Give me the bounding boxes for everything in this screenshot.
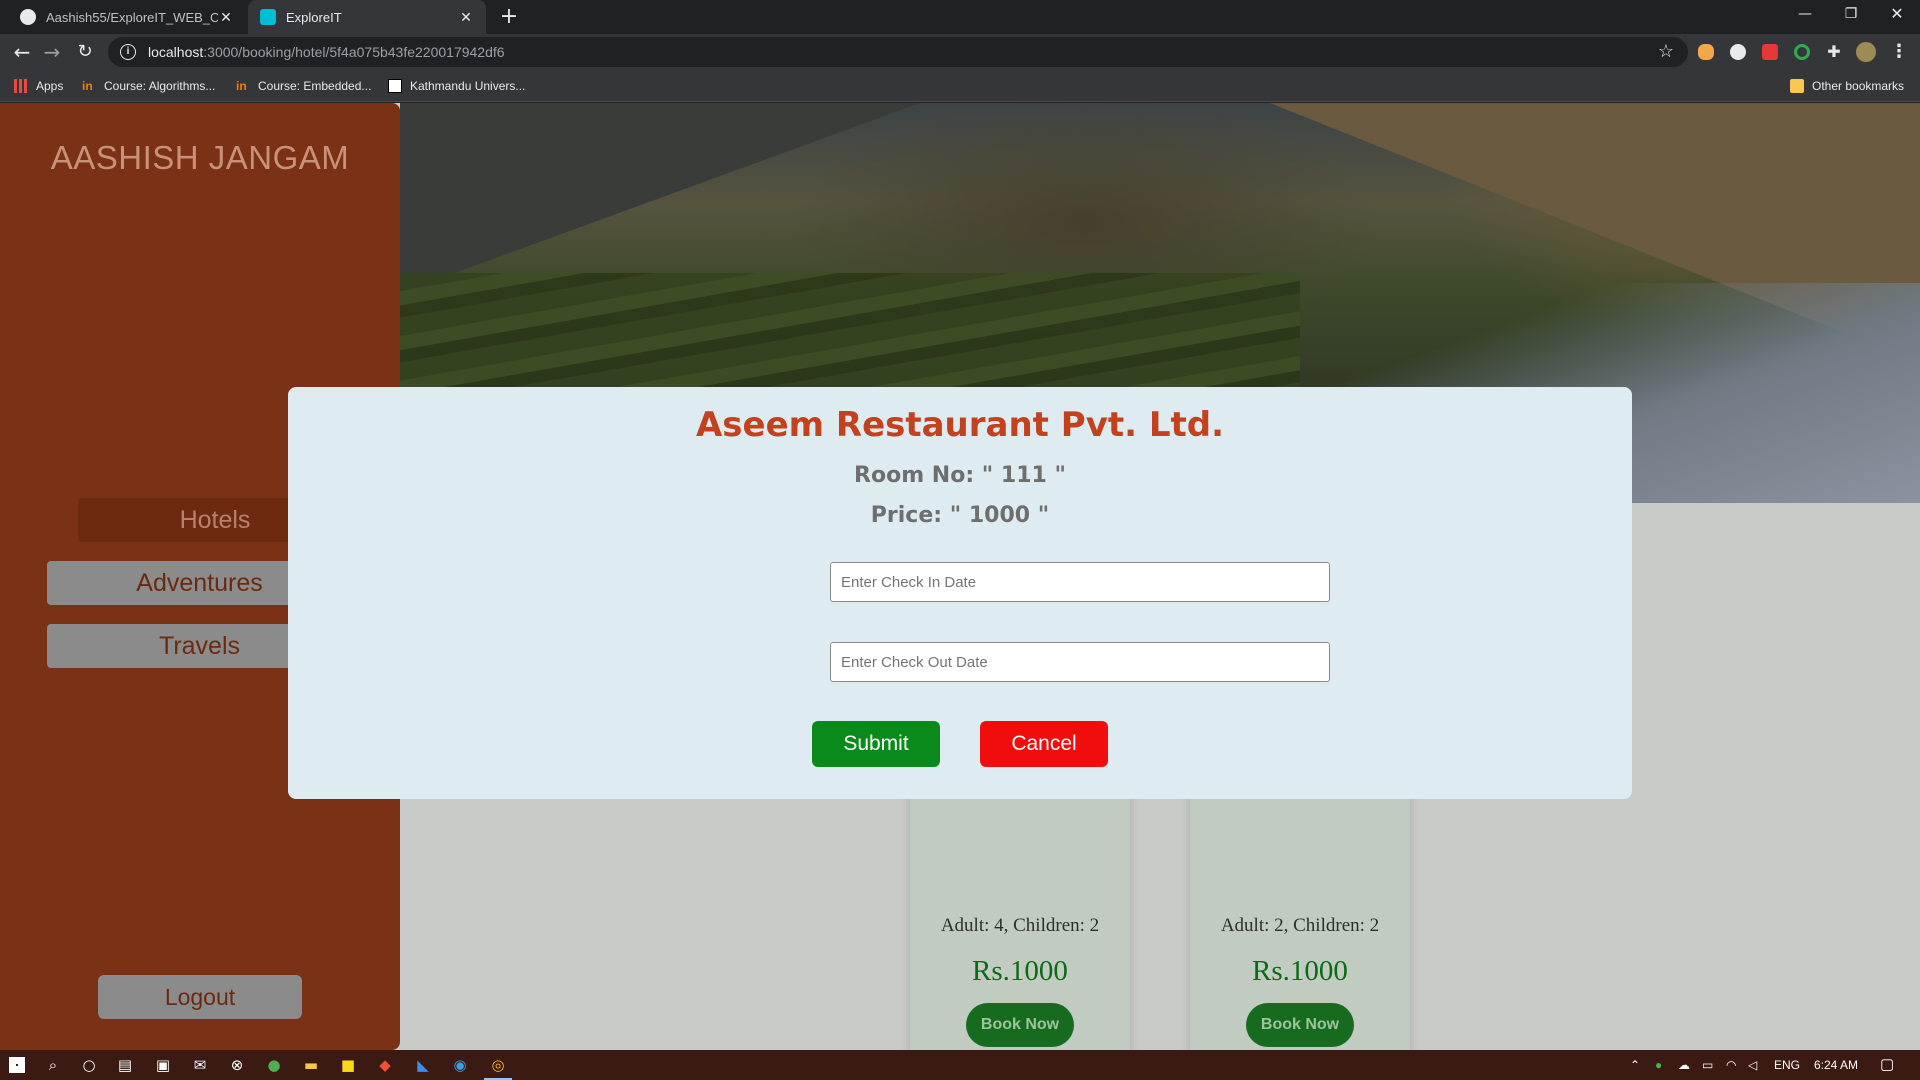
notification-icon[interactable]: ▢: [1880, 1050, 1894, 1080]
cortana-icon[interactable]: ○: [80, 1056, 98, 1074]
github-icon: [20, 9, 36, 25]
coursera-icon: in: [82, 79, 93, 93]
room-price: Rs.1000: [972, 955, 1068, 987]
wifi-icon[interactable]: ◠: [1726, 1050, 1736, 1080]
volume-icon[interactable]: ◁: [1748, 1050, 1757, 1080]
apps-grid-icon: [14, 79, 28, 93]
forward-arrow-icon[interactable]: →: [38, 38, 66, 66]
close-tab-icon[interactable]: ✕: [218, 9, 234, 26]
page-viewport: Adult: 4, Children: 2 Rs.1000 Book Now A…: [0, 103, 1920, 1050]
back-arrow-icon[interactable]: ←: [8, 38, 36, 66]
guest-capacity: Adult: 2, Children: 2: [1220, 915, 1380, 936]
minimize-button[interactable]: —: [1782, 0, 1828, 30]
tab-github[interactable]: Aashish55/ExploreIT_WEB_CLIEN ✕: [8, 0, 246, 34]
tray-app-icon[interactable]: ●: [1655, 1050, 1662, 1080]
vscode-icon[interactable]: ◣: [414, 1056, 432, 1074]
bookmark-label: Apps: [36, 79, 64, 93]
bookmark-embedded[interactable]: in Course: Embedded...: [236, 78, 371, 94]
bookmark-label: Course: Embedded...: [258, 79, 372, 93]
store-icon[interactable]: ▣: [154, 1056, 172, 1074]
logout-button[interactable]: Logout: [98, 975, 302, 1019]
brand-name: AASHISH JANGAM: [50, 139, 350, 176]
room-number: Room No: " 111 ": [854, 463, 1066, 488]
url-path: :3000/booking/hotel/5f4a075b43fe22001794…: [203, 44, 505, 60]
mail-icon[interactable]: ✉: [191, 1056, 209, 1074]
ku-logo-icon: [388, 79, 402, 93]
spotify-icon[interactable]: ●: [265, 1056, 283, 1074]
bookmark-apps[interactable]: Apps: [14, 78, 63, 94]
puzzle-icon[interactable]: ✚: [1826, 44, 1842, 60]
menu-dots-icon[interactable]: ⋮: [1890, 43, 1908, 61]
profile-avatar[interactable]: [1856, 42, 1876, 62]
hotel-card: Adult: 4, Children: 2 Rs.1000 Book Now: [910, 783, 1130, 1050]
url-host: localhost: [148, 44, 204, 60]
bookmark-kathmandu[interactable]: Kathmandu Univers...: [388, 78, 525, 94]
bookmark-label: Kathmandu Univers...: [410, 79, 526, 93]
sticky-notes-icon[interactable]: ■: [339, 1056, 357, 1074]
extension-icon[interactable]: [1762, 44, 1778, 60]
info-icon[interactable]: i: [120, 44, 136, 60]
edge-icon[interactable]: ◉: [451, 1056, 469, 1074]
modal-title: Aseem Restaurant Pvt. Ltd.: [695, 405, 1225, 445]
room-price-label: Price: " 1000 ": [870, 503, 1050, 528]
search-icon[interactable]: ⌕: [44, 1056, 62, 1074]
close-tab-icon[interactable]: ✕: [458, 9, 474, 26]
browser-toolbar: ← → ↻ i localhost:3000/booking/hotel/5f4…: [0, 34, 1920, 70]
guest-capacity: Adult: 4, Children: 2: [940, 915, 1100, 936]
hotel-card: Adult: 2, Children: 2 Rs.1000 Book Now: [1190, 783, 1410, 1050]
bookmark-label: Other bookmarks: [1812, 79, 1905, 93]
tab-title: ExploreIT: [286, 9, 342, 25]
extension-icon[interactable]: [1698, 44, 1714, 60]
windows-taskbar: ⌕ ○ ▤ ▣ ✉ ⊗ ● ▬ ■ ◆ ◣ ◉ ◎ ⌃ ● ☁ ▭ ◠ ◁ EN…: [0, 1050, 1920, 1080]
cancel-button[interactable]: Cancel: [980, 721, 1108, 767]
other-bookmarks[interactable]: Other bookmarks: [1790, 78, 1904, 94]
language-indicator[interactable]: ENG: [1774, 1050, 1800, 1080]
hero-mountain-left: [400, 103, 920, 293]
xbox-icon[interactable]: ⊗: [228, 1056, 246, 1074]
clock[interactable]: 6:24 AM: [1814, 1050, 1858, 1080]
address-bar[interactable]: i localhost:3000/booking/hotel/5f4a075b4…: [108, 37, 1688, 67]
tray-chevron-icon[interactable]: ⌃: [1630, 1050, 1640, 1080]
check-out-date-input[interactable]: [830, 642, 1330, 682]
bookmark-algorithms[interactable]: in Course: Algorithms...: [82, 78, 215, 94]
git-icon[interactable]: ◆: [376, 1056, 394, 1074]
extension-icon[interactable]: [1794, 44, 1810, 60]
submit-button[interactable]: Submit: [812, 721, 940, 767]
onedrive-icon[interactable]: ☁: [1678, 1050, 1690, 1080]
bookmark-star-icon[interactable]: ☆: [1658, 41, 1674, 62]
reload-icon[interactable]: ↻: [71, 38, 99, 66]
tab-title: Aashish55/ExploreIT_WEB_CLIEN: [46, 9, 218, 25]
bookmarks-bar: Apps in Course: Algorithms... in Course: E…: [0, 70, 1920, 102]
coursera-icon: in: [236, 79, 247, 93]
bookmark-label: Course: Algorithms...: [104, 79, 216, 93]
task-view-icon[interactable]: ▤: [116, 1056, 134, 1074]
browser-tab-bar: Aashish55/ExploreIT_WEB_CLIEN ✕ ExploreI…: [0, 0, 1920, 34]
room-price: Rs.1000: [1252, 955, 1348, 987]
battery-icon[interactable]: ▭: [1702, 1050, 1713, 1080]
react-icon: [260, 9, 276, 25]
new-tab-button[interactable]: +: [496, 4, 522, 30]
chrome-icon[interactable]: ◎: [489, 1056, 507, 1074]
file-explorer-icon[interactable]: ▬: [302, 1056, 320, 1074]
tab-exploreit[interactable]: ExploreIT ✕: [248, 0, 486, 34]
check-in-date-input[interactable]: [830, 562, 1330, 602]
booking-modal: Aseem Restaurant Pvt. Ltd. Room No: " 11…: [288, 387, 1632, 799]
close-window-button[interactable]: ✕: [1874, 0, 1920, 30]
extension-icon[interactable]: [1730, 44, 1746, 60]
book-now-button[interactable]: Book Now: [966, 1003, 1074, 1047]
book-now-button[interactable]: Book Now: [1246, 1003, 1354, 1047]
windows-start-icon[interactable]: [8, 1056, 26, 1074]
folder-icon: [1790, 79, 1804, 93]
restore-button[interactable]: ❐: [1828, 0, 1874, 30]
